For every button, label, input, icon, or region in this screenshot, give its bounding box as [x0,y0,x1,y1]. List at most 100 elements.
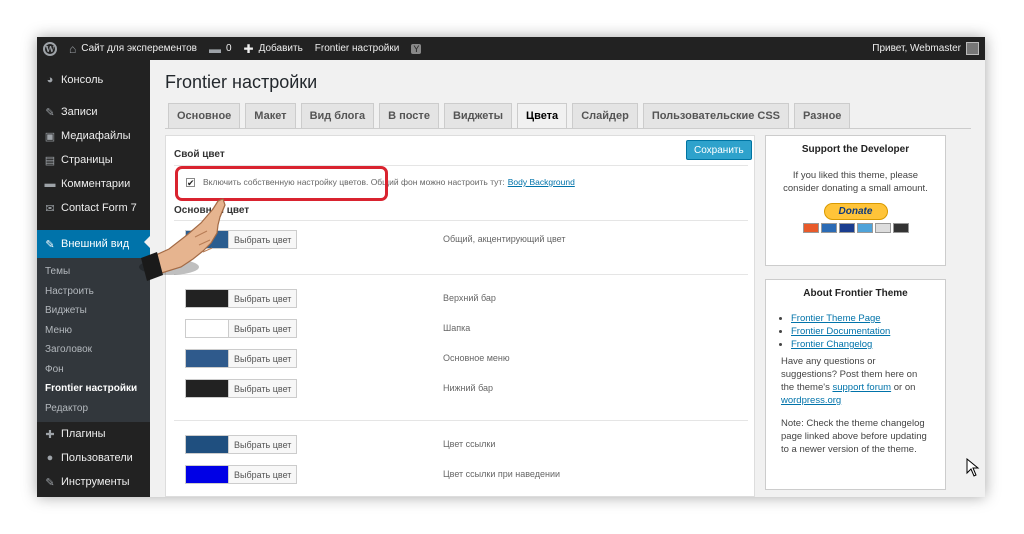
color-picker-main-menu[interactable]: Выбрать цвет [185,349,298,368]
frontier-theme-page-link[interactable]: Frontier Theme Page [791,313,881,324]
sidebar-item-contact-form[interactable]: ✉ Contact Form 7 [37,196,150,220]
color-swatch[interactable] [185,319,229,338]
frontier-changelog-link[interactable]: Frontier Changelog [791,339,872,350]
pick-color-button[interactable]: Выбрать цвет [229,435,298,454]
tab-colors[interactable]: Цвета [517,103,568,128]
color-label-link: Цвет ссылки [443,439,496,449]
frontier-documentation-link[interactable]: Frontier Documentation [791,326,890,337]
submenu-customize[interactable]: Настроить [37,282,150,302]
tab-blog-view[interactable]: Вид блога [300,103,375,128]
tab-slider[interactable]: Слайдер [572,103,638,128]
save-button[interactable]: Сохранить [686,140,752,160]
sidebar-item-comments[interactable]: ▬ Комментарии [37,172,150,196]
site-name-link[interactable]: ⌂ Сайт для эксперементов [63,37,203,60]
submenu-frontier-settings[interactable]: Frontier настройки [37,379,150,399]
color-label-header: Шапка [443,323,471,333]
tab-misc[interactable]: Разное [794,103,851,128]
color-picker-header[interactable]: Выбрать цвет [185,319,298,338]
avatar [966,42,979,55]
appearance-icon: ✎ [45,238,55,251]
about-links-list: Frontier Theme Page Frontier Documentati… [781,312,930,351]
sidebar-item-pages[interactable]: ▤ Страницы [37,148,150,172]
color-swatch[interactable] [185,230,229,249]
color-label-top-bar: Верхний бар [443,293,496,303]
pick-color-button[interactable]: Выбрать цвет [229,319,298,338]
color-swatch[interactable] [185,435,229,454]
colors-panel: Свой цвет Сохранить ✔ Включить собственн… [165,135,755,497]
submenu-widgets[interactable]: Виджеты [37,301,150,321]
color-swatch[interactable] [185,379,229,398]
payment-cards [776,223,935,233]
browser-frame: W ⌂ Сайт для эксперементов ▬ 0 ✚ Добавить F… [37,37,985,497]
about-theme-widget: About Frontier Theme Frontier Theme Page… [765,279,946,490]
divider [174,274,748,275]
seo-plugin-link[interactable]: Y [405,37,432,60]
donate-button[interactable]: Donate [823,203,888,220]
submenu-header[interactable]: Заголовок [37,340,150,360]
admin-bar: W ⌂ Сайт для эксперементов ▬ 0 ✚ Добавить F… [37,37,985,60]
color-picker-accent[interactable]: Выбрать цвет [185,230,298,249]
tab-in-post[interactable]: В посте [379,103,439,128]
sidebar-item-label: Комментарии [61,178,131,190]
color-swatch[interactable] [185,289,229,308]
sidebar-item-label: Медиафайлы [61,130,131,142]
pick-color-button[interactable]: Выбрать цвет [229,379,298,398]
mail-icon: ✉ [45,202,55,215]
add-new-link[interactable]: ✚ Добавить [238,37,309,60]
submenu-background[interactable]: Фон [37,360,150,380]
sidebar-item-users[interactable]: ● Пользователи [37,446,150,470]
body-background-link[interactable]: Body Background [508,177,575,187]
sidebar-item-label: Страницы [61,154,113,166]
amex-icon [856,223,873,233]
questions-paragraph: Have any questions or suggestions? Post … [781,355,930,407]
color-swatch[interactable] [185,465,229,484]
plus-icon: ✚ [243,41,254,56]
color-picker-bottom-bar[interactable]: Выбрать цвет [185,379,298,398]
support-developer-widget: Support the Developer If you liked this … [765,135,946,266]
support-forum-link[interactable]: support forum [832,382,891,393]
media-icon: ▣ [44,130,56,143]
sidebar-item-posts[interactable]: ✎ Записи [37,100,150,124]
admin-sidebar: ◕ Консоль ✎ Записи ▣ Медиафайлы ▤ Страницы ▬… [37,60,151,497]
sidebar-item-appearance[interactable]: ✎ Внешний вид [37,230,151,258]
wordpress-org-link[interactable]: wordpress.org [781,395,841,406]
pin-icon: ✎ [45,106,55,119]
maestro-icon [820,223,837,233]
yoast-icon: Y [411,43,422,54]
tab-layout[interactable]: Макет [245,103,296,128]
home-icon: ⌂ [69,41,77,56]
pick-color-button[interactable]: Выбрать цвет [229,230,298,249]
color-picker-link[interactable]: Выбрать цвет [185,435,298,454]
add-new-label: Добавить [258,43,303,54]
submenu-menus[interactable]: Меню [37,321,150,341]
settings-tabs: Основное Макет Вид блога В посте Виджеты… [168,103,855,128]
sidebar-item-tools[interactable]: ✎ Инструменты [37,470,150,494]
pick-color-button[interactable]: Выбрать цвет [229,289,298,308]
sidebar-item-label: Инструменты [61,476,130,488]
color-label-main-menu: Основное меню [443,353,510,363]
color-picker-top-bar[interactable]: Выбрать цвет [185,289,298,308]
color-picker-link-hover[interactable]: Выбрать цвет [185,465,298,484]
support-widget-text: If you liked this theme, please consider… [783,170,928,194]
color-label-bottom-bar: Нижний бар [443,383,494,393]
sidebar-item-label: Консоль [61,74,104,86]
tab-basic[interactable]: Основное [168,103,241,128]
tab-custom-css[interactable]: Пользовательские CSS [642,103,790,128]
pick-color-button[interactable]: Выбрать цвет [229,349,298,368]
sidebar-item-media[interactable]: ▣ Медиафайлы [37,124,150,148]
pages-icon: ▤ [44,154,56,167]
pick-color-button[interactable]: Выбрать цвет [229,465,298,484]
users-icon: ● [46,452,54,464]
sidebar-item-label: Внешний вид [61,238,130,250]
comments-link[interactable]: ▬ 0 [203,37,238,60]
sidebar-item-console[interactable]: ◕ Консоль [37,68,150,92]
submenu-themes[interactable]: Темы [37,262,150,282]
submenu-editor[interactable]: Редактор [37,399,150,419]
tab-widgets[interactable]: Виджеты [443,103,513,128]
tabs-divider [165,128,971,129]
frontier-settings-link[interactable]: Frontier настройки [309,37,406,60]
user-account-menu[interactable]: Привет, Webmaster [872,42,985,55]
color-swatch[interactable] [185,349,229,368]
sidebar-item-plugins[interactable]: ✚ Плагины [37,422,150,446]
wp-logo-menu[interactable]: W [37,37,63,60]
